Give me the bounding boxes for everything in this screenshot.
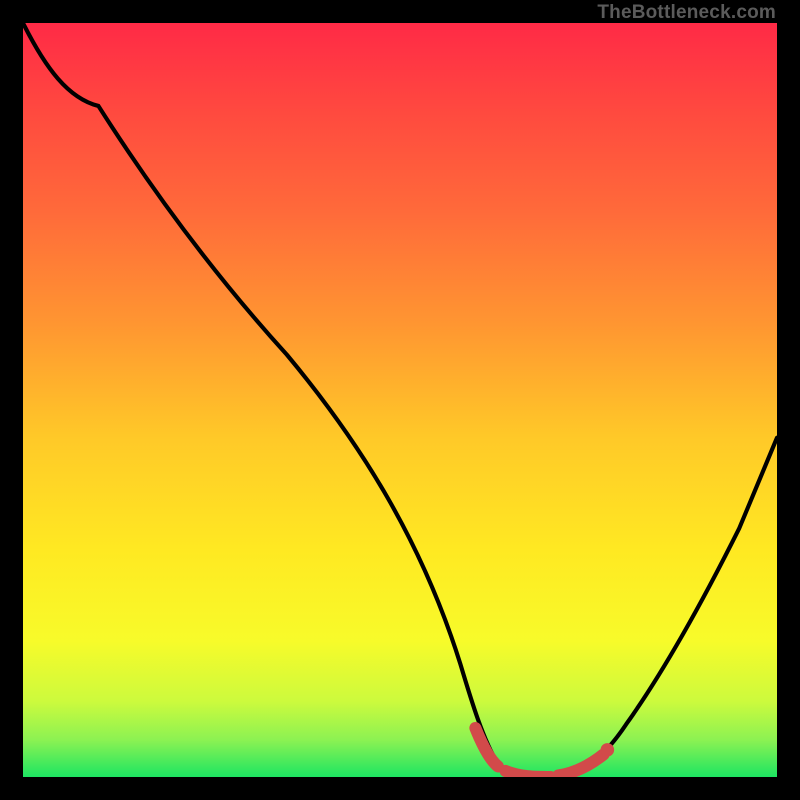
plot-area: [23, 23, 777, 777]
chart-frame: TheBottleneck.com: [0, 0, 800, 800]
bottleneck-curve: [23, 23, 777, 777]
trough-highlight: [475, 728, 603, 777]
watermark-text: TheBottleneck.com: [597, 2, 776, 24]
trough-end-dot: [601, 743, 615, 757]
curve-path: [23, 23, 777, 777]
